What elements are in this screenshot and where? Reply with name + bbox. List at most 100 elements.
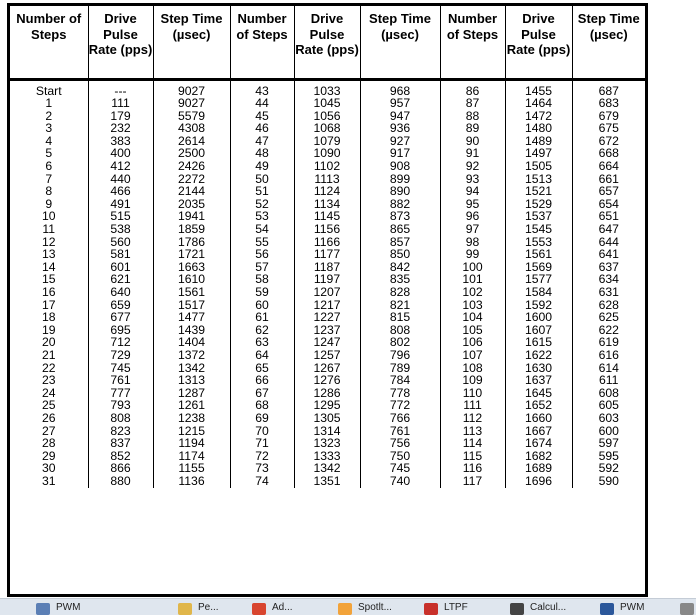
- table-cell: 109: [439, 374, 505, 387]
- table-cell: 59: [229, 286, 294, 299]
- table-cell: 581: [87, 248, 153, 261]
- table-row: 13 581 1721 56 1177 850 99 1561 641: [10, 248, 645, 261]
- table-cell: 1227: [293, 311, 360, 324]
- table-cell: 102: [439, 286, 505, 299]
- table-row: 16 640 1561 59 1207 828 102 1584 631: [10, 286, 645, 299]
- stepper-timing-table: Number of Steps Drive Pulse Rate (pps) Ste…: [10, 6, 645, 488]
- taskbar-button-label: Calcul...: [530, 602, 567, 613]
- table-body: Start --- 9027 43 1033 968 86 1455 687 1 111 9027 44…: [10, 79, 645, 488]
- chrome-icon: [252, 603, 266, 615]
- table-cell: 1464: [504, 97, 572, 110]
- table-cell: 23: [41, 373, 56, 388]
- table-cell: 466: [87, 185, 153, 198]
- table-cell: 111: [87, 97, 153, 110]
- table-cell: 18: [41, 310, 56, 325]
- table-cell: Start: [35, 83, 62, 98]
- table-cell: 71: [229, 437, 294, 450]
- table-cell: 31: [41, 473, 56, 488]
- table-cell: 729: [87, 349, 153, 362]
- table-cell: 46: [229, 122, 294, 135]
- table-cell: 647: [571, 223, 645, 236]
- calculator-icon: [510, 603, 524, 615]
- table-cell: 890: [359, 185, 440, 198]
- table-cell: 1136: [152, 475, 230, 488]
- column-header: Drive Pulse Rate (pps): [504, 6, 572, 81]
- table-cell: 16: [41, 285, 56, 299]
- table-cell: 2426: [152, 160, 230, 173]
- taskbar-button-label: Pe...: [198, 602, 219, 613]
- table-cell: 89: [439, 122, 505, 135]
- table-cell: 117: [439, 475, 505, 488]
- table-cell: 664: [571, 160, 645, 173]
- table-cell: 1637: [504, 374, 572, 387]
- column-header: Drive Pulse Rate (pps): [87, 6, 153, 81]
- table-cell: 1124: [293, 185, 360, 198]
- table-cell: 107: [439, 349, 505, 362]
- table-row: 3 232 4308 46 1068 936 89 1480 675: [10, 122, 645, 135]
- table-cell: 1721: [152, 248, 230, 261]
- table-cell: 1521: [504, 185, 572, 198]
- table-cell: 908: [359, 160, 440, 173]
- table-cell: 49: [229, 160, 294, 173]
- table-cell: 86: [439, 79, 505, 98]
- table-cell: 11: [42, 222, 56, 237]
- table-cell: 1584: [504, 286, 572, 299]
- table-cell: 740: [359, 475, 440, 488]
- table-cell: 69: [229, 412, 294, 425]
- table-cell: 51: [229, 185, 294, 198]
- table-cell: 1660: [504, 412, 572, 425]
- table-cell: 657: [571, 185, 645, 198]
- table-cell: 1545: [504, 223, 572, 236]
- table-cell: 1600: [504, 311, 572, 324]
- table-cell: 56: [229, 248, 294, 261]
- table-cell: 590: [571, 475, 645, 488]
- table-row: 28 837 1194 71 1323 756 114 1674 597: [10, 437, 645, 450]
- table-cell: 1276: [293, 374, 360, 387]
- table-cell: 677: [87, 311, 153, 324]
- table-cell: 1505: [504, 160, 572, 173]
- table-cell: 936: [359, 122, 440, 135]
- table-cell: 968: [359, 79, 440, 98]
- table-row: 11 538 1859 54 1156 865 97 1545 647: [10, 223, 645, 236]
- table-cell: 4308: [152, 122, 230, 135]
- table-cell: 1561: [504, 248, 572, 261]
- table-header-row: Number of Steps Drive Pulse Rate (pps) Ste…: [10, 6, 645, 81]
- table-cell: 1351: [293, 475, 360, 488]
- table-cell: 64: [229, 349, 294, 362]
- table-cell: 6: [45, 159, 53, 174]
- table-cell: 1207: [293, 286, 360, 299]
- table-cell: 865: [359, 223, 440, 236]
- word-icon: [600, 603, 614, 615]
- pdf-icon: [424, 603, 438, 615]
- table-cell: 1: [45, 96, 53, 111]
- table-cell: 74: [229, 475, 294, 488]
- table-cell: 1156: [293, 223, 360, 236]
- table-cell: 815: [359, 311, 440, 324]
- table-cell: 232: [87, 122, 153, 135]
- table-row: 31 880 1136 74 1351 740 117 1696 590: [10, 475, 645, 488]
- table-cell: 683: [571, 97, 645, 110]
- table-cell: 9027: [152, 79, 230, 98]
- table-cell: 1068: [293, 122, 360, 135]
- table-cell: 1696: [504, 475, 572, 488]
- table-cell: 412: [87, 160, 153, 173]
- table-cell: 1372: [152, 349, 230, 362]
- column-header: Step Time (µsec): [359, 6, 440, 81]
- table-cell: 616: [571, 349, 645, 362]
- table-cell: 1561: [152, 286, 230, 299]
- table-row: 21 729 1372 64 1257 796 107 1622 616: [10, 349, 645, 362]
- taskbar-button-label: PWM: [620, 602, 645, 613]
- table-cell: 9027: [152, 97, 230, 110]
- table-cell: 1033: [293, 79, 360, 98]
- table-cell: 99: [439, 248, 505, 261]
- table-cell: 796: [359, 349, 440, 362]
- table-cell: 641: [571, 248, 645, 261]
- column-header: Number of Steps: [229, 6, 294, 81]
- table-cell: 1674: [504, 437, 572, 450]
- table-cell: 54: [229, 223, 294, 236]
- table-cell: 87: [439, 97, 505, 110]
- table-cell: 44: [229, 97, 294, 110]
- table-row: 23 761 1313 66 1276 784 109 1637 611: [10, 374, 645, 387]
- taskbar-button-label: LTPF: [444, 602, 468, 613]
- table-row: 1 111 9027 44 1045 957 87 1464 683: [10, 97, 645, 110]
